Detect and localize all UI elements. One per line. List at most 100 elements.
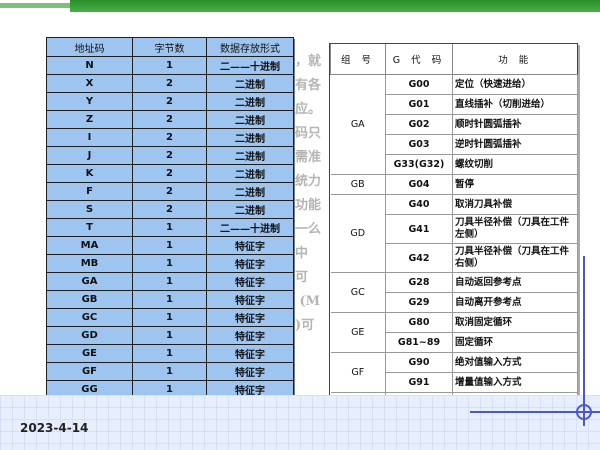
table-row: I 2 二进制 (46, 128, 294, 147)
storage-format-cell: 二进制 (206, 128, 294, 147)
header-function: 功 能 (452, 44, 578, 75)
storage-format-cell: 二——十进制 (206, 218, 294, 237)
function-cell: 取消固定循环 (452, 312, 578, 333)
header-group: 组 号 (330, 44, 386, 75)
address-code-cell: N (46, 56, 133, 75)
g-code-cell: G80 (385, 312, 453, 333)
storage-format-cell: 特征字 (206, 308, 294, 327)
table-row: N 1 二——十进制 (46, 56, 294, 75)
g-code-cell: G02 (385, 114, 453, 135)
storage-format-cell: 二——十进制 (206, 56, 294, 75)
function-cell: 自动返回参考点 (452, 272, 578, 293)
storage-format-cell: 特征字 (206, 326, 294, 345)
table-row: GC 1 特征字 (46, 308, 294, 327)
group-cell: GE (330, 312, 386, 353)
storage-format-cell: 特征字 (206, 272, 294, 291)
table-row: GA G00 定位（快速进给） (330, 74, 578, 175)
g-code-cell: G41 (385, 214, 453, 244)
table-row: Z 2 二进制 (46, 110, 294, 129)
function-cell: 顺时针圆弧插补 (452, 114, 578, 135)
table-row: GD G40 取消刀具补偿 (330, 194, 578, 273)
g-code-cell: G01 (385, 94, 453, 115)
table-row: GB G04 暂停 (330, 174, 578, 195)
table-row: GC G28 自动返回参考点 (330, 272, 578, 313)
byte-count-cell: 1 (132, 344, 207, 363)
address-code-cell: S (46, 200, 133, 219)
storage-format-cell: 特征字 (206, 362, 294, 381)
byte-count-cell: 2 (132, 128, 207, 147)
slide-date: 2023-4-14 (20, 421, 89, 435)
header-byte-count: 字节数 (132, 37, 207, 57)
storage-format-cell: 特征字 (206, 254, 294, 273)
byte-count-cell: 2 (132, 110, 207, 129)
storage-format-cell: 二进制 (206, 110, 294, 129)
group-cell: GD (330, 194, 386, 273)
function-cell: 绝对值输入方式 (452, 352, 578, 373)
table-row: J 2 二进制 (46, 146, 294, 165)
byte-count-cell: 2 (132, 200, 207, 219)
table-row: MA 1 特征字 (46, 236, 294, 255)
group-cell: GB (330, 174, 386, 195)
group-cell: GC (330, 272, 386, 313)
header-storage-format: 数据存放形式 (206, 37, 294, 57)
address-code-cell: X (46, 74, 133, 93)
group-cell: GF (330, 352, 386, 393)
byte-count-cell: 2 (132, 182, 207, 201)
header-address-code: 地址码 (46, 37, 133, 57)
g-code-cell: G91 (385, 372, 453, 393)
byte-count-cell: 2 (132, 74, 207, 93)
address-code-cell: I (46, 128, 133, 147)
crosshair-vertical (583, 256, 585, 426)
table-row: Y 2 二进制 (46, 92, 294, 111)
function-cell: 螺纹切削 (452, 154, 578, 175)
byte-count-cell: 2 (132, 164, 207, 183)
function-cell: 自动离开参考点 (452, 292, 578, 313)
header-g-code: G 代 码 (385, 44, 453, 75)
table-row: GD 1 特征字 (46, 326, 294, 345)
address-code-cell: GF (46, 362, 133, 381)
function-cell: 刀具半径补偿（刀具在工件右侧） (452, 243, 578, 273)
bottom-grid-band (0, 395, 600, 450)
address-code-cell: GB (46, 290, 133, 309)
function-cell: 固定循环 (452, 332, 578, 353)
top-decor-line (0, 3, 70, 8)
storage-format-cell: 二进制 (206, 200, 294, 219)
g-code-cell: G03 (385, 134, 453, 155)
byte-count-cell: 1 (132, 308, 207, 327)
table-row: T 1 二——十进制 (46, 218, 294, 237)
function-cell: 直线插补（切削进给） (452, 94, 578, 115)
storage-format-cell: 二进制 (206, 164, 294, 183)
storage-format-cell: 二进制 (206, 146, 294, 165)
function-cell: 逆时针圆弧插补 (452, 134, 578, 155)
storage-format-cell: 特征字 (206, 344, 294, 363)
address-code-cell: T (46, 218, 133, 237)
address-code-table: 地址码 字节数 数据存放形式 N 1 二——十进制 X 2 二进制 Y 2 二进制 Z 2 二进制 I 2… (46, 37, 294, 399)
byte-count-cell: 1 (132, 254, 207, 273)
g-code-table: 组 号 G 代 码 功 能 GA G00 定位（快速进给） G01 直线插补（切削进给）… (329, 43, 578, 413)
g-code-cell: G04 (385, 174, 453, 195)
table-row: GA 1 特征字 (46, 272, 294, 291)
g-code-cell: G28 (385, 272, 453, 293)
g-code-cell: G40 (385, 194, 453, 215)
storage-format-cell: 特征字 (206, 290, 294, 309)
table-row: GF 1 特征字 (46, 362, 294, 381)
table-row: F 2 二进制 (46, 182, 294, 201)
address-code-cell: GD (46, 326, 133, 345)
g-code-cell: G33(G32) (385, 154, 453, 175)
address-code-cell: Y (46, 92, 133, 111)
byte-count-cell: 1 (132, 362, 207, 381)
top-green-bar (70, 0, 600, 12)
table-row: MB 1 特征字 (46, 254, 294, 273)
table-row: S 2 二进制 (46, 200, 294, 219)
storage-format-cell: 特征字 (206, 236, 294, 255)
address-code-cell: GA (46, 272, 133, 291)
function-cell: 刀具半径补偿（刀具在工件左侧） (452, 214, 578, 244)
g-code-cell: G81~89 (385, 332, 453, 353)
storage-format-cell: 二进制 (206, 74, 294, 93)
address-code-cell: GE (46, 344, 133, 363)
function-cell: 增量值输入方式 (452, 372, 578, 393)
table-row: GE G80 取消固定循环 (330, 312, 578, 353)
function-cell: 取消刀具补偿 (452, 194, 578, 215)
byte-count-cell: 1 (132, 272, 207, 291)
byte-count-cell: 1 (132, 236, 207, 255)
